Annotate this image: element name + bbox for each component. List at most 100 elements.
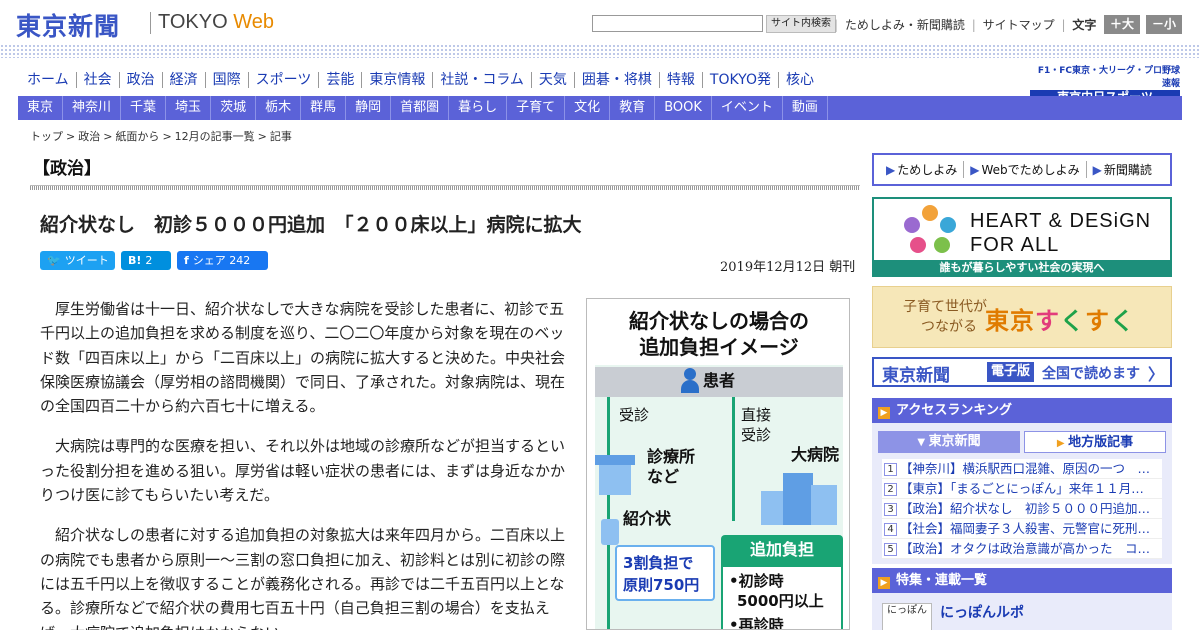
genre-nav-item[interactable]: TOKYO発 bbox=[703, 72, 779, 88]
region-nav-item[interactable]: 暮らし bbox=[449, 96, 508, 120]
ranking-item[interactable]: 1 【神奈川】横浜駅西口混雑、原因の一つ … bbox=[882, 459, 1162, 479]
facebook-share-button[interactable]: f シェア 242 bbox=[177, 251, 268, 270]
site-logo-en[interactable]: TOKYO Web bbox=[158, 11, 274, 34]
sukusuku-tagline: 子育て世代が つながる bbox=[903, 297, 987, 337]
region-nav-item[interactable]: 動画 bbox=[783, 96, 828, 120]
link-web-trial[interactable]: ▶ Webでためしよみ bbox=[964, 161, 1087, 178]
triangle-right-icon: ▶ bbox=[1056, 438, 1069, 449]
link-trial[interactable]: ▶ ためしよみ bbox=[880, 161, 965, 178]
sukusuku-logo-su2: す bbox=[1085, 307, 1110, 335]
flower-logo-icon bbox=[902, 205, 958, 255]
genre-nav-item[interactable]: ホーム bbox=[20, 72, 77, 88]
referral-cost-line1: 3割負担で bbox=[623, 554, 694, 572]
article-dateline: 2019年12月12日 朝刊 bbox=[720, 260, 856, 275]
hatena-icon: B! bbox=[128, 254, 142, 267]
chunichi-sports-link[interactable]: F1・FC東京・大リーグ・プロ野球速報 東京中日スポーツ bbox=[1030, 63, 1180, 104]
article-infographic[interactable]: 紹介状なしの場合の 追加負担イメージ 患者 受診 直接 受診 診療所 など 大病… bbox=[586, 298, 850, 630]
heart-banner-subtitle: 誰もが暮らしやすい社会の実現へ bbox=[874, 260, 1170, 275]
feature-thumbnail[interactable]: にっぽん bbox=[882, 603, 932, 630]
breadcrumb-item[interactable]: 12月の記事一覧 bbox=[175, 130, 255, 143]
hatena-bookmark-button[interactable]: B! 2 bbox=[121, 251, 171, 270]
heart-design-banner[interactable]: HEART & DESiGN FOR ALL 誰もが暮らしやすい社会の実現へ bbox=[872, 197, 1172, 277]
site-logo[interactable]: 東京新聞 bbox=[16, 7, 120, 43]
link-subscribe[interactable]: ▶ 新聞購読 bbox=[1087, 161, 1158, 178]
sukusuku-tagline-2: つながる bbox=[921, 319, 977, 335]
region-nav-item[interactable]: 千葉 bbox=[121, 96, 167, 120]
top-link-sitemap[interactable]: サイトマップ bbox=[983, 18, 1055, 32]
sukusuku-banner[interactable]: 子育て世代が つながる 東京すくすく bbox=[872, 286, 1172, 348]
ranking-item[interactable]: 5 【政治】オタクは政治意識が高かった コ… bbox=[882, 539, 1162, 559]
sukusuku-logo-ku2: く bbox=[1110, 307, 1135, 335]
region-nav-item[interactable]: 首都圏 bbox=[391, 96, 450, 120]
region-nav-item[interactable]: 神奈川 bbox=[63, 96, 122, 120]
clinic-label-1: 診療所 bbox=[647, 447, 696, 466]
patient-icon bbox=[681, 368, 699, 394]
arrow-right-icon: ▶ bbox=[970, 163, 980, 177]
additional-charge-heading: 追加負担 bbox=[721, 535, 843, 565]
epaper-banner[interactable]: 東京新聞 電子版 全国で読めます 〉 bbox=[872, 357, 1172, 387]
breadcrumb-item[interactable]: 政治 bbox=[78, 130, 100, 143]
region-nav-item[interactable]: 東京 bbox=[18, 96, 64, 120]
search-button[interactable]: サイト内検索 bbox=[766, 15, 836, 33]
breadcrumb-item[interactable]: 紙面から bbox=[115, 130, 159, 143]
hatena-count: 2 bbox=[145, 254, 153, 267]
tweet-button[interactable]: 🐦 ツイート bbox=[40, 251, 115, 270]
ranking-tab-tokyo[interactable]: ▼ 東京新聞 bbox=[878, 431, 1020, 453]
region-nav-item[interactable]: イベント bbox=[712, 96, 783, 120]
arrow-right-icon: ▶ bbox=[1092, 163, 1102, 177]
genre-nav-item[interactable]: 社会 bbox=[77, 72, 120, 88]
breadcrumb-item[interactable]: トップ bbox=[30, 130, 63, 143]
region-nav-item[interactable]: 栃木 bbox=[256, 96, 302, 120]
region-nav-item[interactable]: 群馬 bbox=[301, 96, 347, 120]
breadcrumb-item: 記事 bbox=[269, 130, 292, 143]
triangle-down-icon: ▼ bbox=[917, 437, 929, 448]
ranking-panel-header: ▶ アクセスランキング bbox=[872, 398, 1172, 423]
font-larger-button[interactable]: ＋大 bbox=[1104, 15, 1140, 34]
facebook-count: 242 bbox=[229, 254, 251, 267]
genre-nav-item[interactable]: 東京情報 bbox=[362, 72, 434, 88]
epaper-tag: 電子版 bbox=[987, 362, 1035, 382]
ranking-tab-local[interactable]: ▶ 地方版記事 bbox=[1024, 431, 1166, 453]
top-link-subscribe[interactable]: ためしよみ・新聞購読 bbox=[845, 18, 965, 32]
ranking-item[interactable]: 2 【東京】「まるごとにっぽん」来年１１月… bbox=[882, 479, 1162, 499]
genre-nav-item[interactable]: 経済 bbox=[163, 72, 206, 88]
link-trial-label: ためしよみ bbox=[897, 163, 958, 177]
region-nav: 東京 神奈川 千葉 埼玉 茨城 栃木 群馬 静岡 首都圏 暮らし 子育て 文化 教育 BOOK イベント 動画 bbox=[18, 96, 1182, 120]
region-nav-item[interactable]: 子育て bbox=[507, 96, 566, 120]
font-smaller-button[interactable]: －小 bbox=[1146, 15, 1182, 34]
genre-nav-item[interactable]: 核心 bbox=[779, 72, 821, 88]
triangle-right-icon: ▶ bbox=[878, 577, 890, 589]
search-input[interactable] bbox=[592, 15, 763, 32]
ranking-number: 3 bbox=[884, 503, 897, 516]
genre-nav-item[interactable]: スポーツ bbox=[249, 72, 320, 88]
genre-nav-item[interactable]: 天気 bbox=[532, 72, 575, 88]
ranking-item-title: 【東京】「まるごとにっぽん」来年１１月… bbox=[900, 481, 1144, 496]
ranking-list: 1 【神奈川】横浜駅西口混雑、原因の一つ … 2 【東京】「まるごとにっぽん」来年１１… bbox=[882, 459, 1162, 559]
genre-nav-item[interactable]: 国際 bbox=[206, 72, 249, 88]
feature-item-link[interactable]: にっぽんルポ bbox=[940, 602, 1024, 622]
genre-nav-item[interactable]: 政治 bbox=[120, 72, 163, 88]
patient-label: 患者 bbox=[703, 371, 736, 390]
hospital-label: 大病院 bbox=[791, 445, 840, 464]
ranking-tab-tokyo-label: 東京新聞 bbox=[928, 434, 981, 449]
ranking-item-title: 【政治】オタクは政治意識が高かった コ… bbox=[900, 541, 1151, 556]
logo-divider bbox=[150, 12, 151, 34]
clinic-icon bbox=[595, 455, 635, 495]
region-nav-item[interactable]: 埼玉 bbox=[166, 96, 212, 120]
region-nav-item[interactable]: BOOK bbox=[655, 96, 712, 120]
region-nav-item[interactable]: 教育 bbox=[610, 96, 656, 120]
infographic-canvas: 紹介状なしの場合の 追加負担イメージ 患者 受診 直接 受診 診療所 など 大病… bbox=[595, 305, 843, 629]
region-nav-item[interactable]: 茨城 bbox=[211, 96, 257, 120]
genre-nav-item[interactable]: 囲碁・将棋 bbox=[575, 72, 660, 88]
genre-nav-item[interactable]: 社説・コラム bbox=[433, 72, 532, 88]
ranking-item[interactable]: 4 【社会】福岡妻子３人殺害、元警官に死刑… bbox=[882, 519, 1162, 539]
chevron-right-icon: 〉 bbox=[1147, 365, 1164, 384]
ranking-item[interactable]: 3 【政治】紹介状なし 初診５０００円追加… bbox=[882, 499, 1162, 519]
region-nav-item[interactable]: 静岡 bbox=[346, 96, 392, 120]
ranking-item-title: 【社会】福岡妻子３人殺害、元警官に死刑… bbox=[900, 521, 1151, 536]
region-nav-item[interactable]: 文化 bbox=[565, 96, 611, 120]
genre-nav-item[interactable]: 芸能 bbox=[319, 72, 363, 88]
genre-nav-item[interactable]: 特報 bbox=[660, 72, 703, 88]
logo-en-main: TOKYO bbox=[158, 11, 234, 33]
feature-panel-header: ▶ 特集・連載一覧 bbox=[872, 568, 1172, 593]
